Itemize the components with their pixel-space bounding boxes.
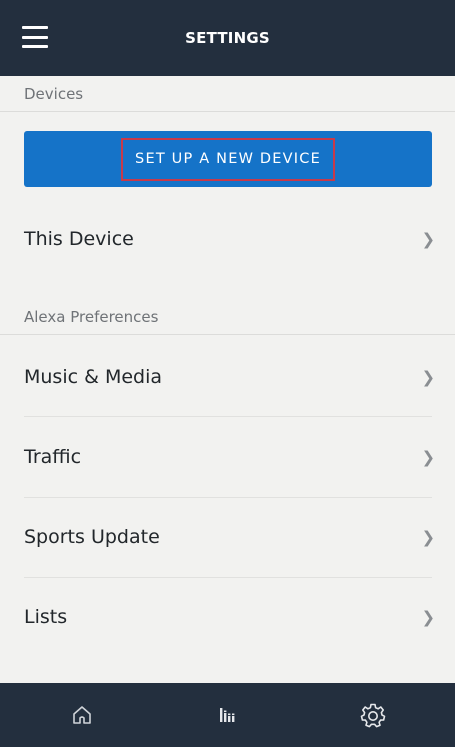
home-tab[interactable] [42, 683, 122, 747]
set-up-new-device-button[interactable]: SET UP A NEW DEVICE [24, 131, 432, 187]
set-up-new-device-label: SET UP A NEW DEVICE [121, 137, 335, 181]
list-item-lists[interactable]: Lists ❯ [0, 578, 455, 656]
divider [24, 416, 432, 417]
list-item-this-device[interactable]: This Device ❯ [0, 200, 455, 278]
chevron-right-icon: ❯ [421, 607, 435, 627]
top-app-bar: SETTINGS [0, 0, 455, 76]
settings-tab[interactable] [333, 683, 413, 747]
list-item-label: Sports Update [24, 526, 160, 548]
section-header-alexa-preferences: Alexa Preferences [0, 299, 455, 335]
list-item-label: Traffic [24, 446, 82, 468]
home-icon [73, 706, 91, 724]
list-item-label: This Device [24, 228, 134, 250]
chevron-right-icon: ❯ [421, 527, 435, 547]
chevron-right-icon: ❯ [421, 447, 435, 467]
list-item-label: Music & Media [24, 366, 163, 388]
list-item-music-media[interactable]: Music & Media ❯ [0, 338, 455, 416]
list-item-label: Lists [24, 606, 68, 628]
hamburger-menu-icon[interactable] [22, 26, 48, 48]
gear-icon [360, 703, 386, 728]
section-header-devices: Devices [0, 76, 455, 112]
bottom-navigation-bar [0, 683, 455, 747]
now-playing-tab[interactable] [188, 683, 268, 747]
page-title: SETTINGS [185, 29, 270, 47]
chevron-right-icon: ❯ [421, 367, 435, 387]
list-item-traffic[interactable]: Traffic ❯ [0, 418, 455, 496]
chevron-right-icon: ❯ [421, 229, 435, 249]
equalizer-icon [220, 708, 235, 722]
list-item-sports-update[interactable]: Sports Update ❯ [0, 498, 455, 576]
